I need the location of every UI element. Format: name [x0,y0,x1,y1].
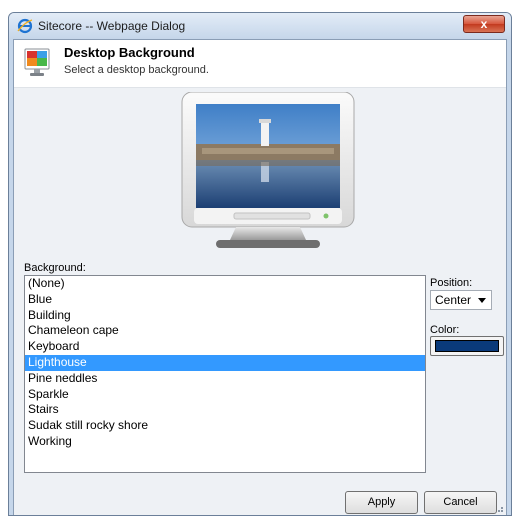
color-swatch [435,340,499,352]
list-item[interactable]: Lighthouse [25,354,425,371]
position-value: Center [435,293,472,307]
background-list[interactable]: (None) Blue Building Chameleon cape Keyboard… [24,275,426,473]
title-bar[interactable]: Sitecore -- Webpage Dialog x [9,13,511,39]
color-label: Color: [430,324,460,336]
resize-grip-icon[interactable] [494,503,504,513]
list-item[interactable]: Keyboard [25,339,425,355]
dialog-window: Sitecore -- Webpage Dialog x Desktop Bac… [8,12,512,516]
dialog-heading: Desktop Background [64,45,195,60]
list-item[interactable]: Chameleon cape [25,323,425,339]
list-item[interactable]: Sudak still rocky shore [25,418,425,434]
list-item[interactable]: Building [25,308,425,324]
position-label: Position: [430,277,473,289]
window-title: Sitecore -- Webpage Dialog [38,19,186,33]
desktop-background-icon [24,48,50,76]
dialog-subheading: Select a desktop background. [64,64,209,76]
dialog-header: Desktop Background Select a desktop back… [14,40,506,88]
list-item[interactable]: Sparkle [25,387,425,403]
close-button[interactable]: x [463,15,505,33]
ie-icon [17,18,33,34]
background-label: Background: [24,262,86,274]
list-item[interactable]: Blue [25,292,425,308]
close-icon: x [480,17,488,31]
apply-button[interactable]: Apply [345,491,418,514]
list-item[interactable]: Stairs [25,402,425,418]
color-picker-button[interactable] [430,336,504,356]
cancel-button[interactable]: Cancel [424,491,497,514]
list-item[interactable]: Pine neddles [25,371,425,387]
chevron-down-icon [478,298,486,303]
list-item[interactable]: Working [25,434,425,450]
monitor-preview [181,92,355,248]
dialog-client-area: Desktop Background Select a desktop back… [13,39,507,515]
position-select[interactable]: Center [430,290,492,310]
list-item[interactable]: (None) [25,276,425,292]
